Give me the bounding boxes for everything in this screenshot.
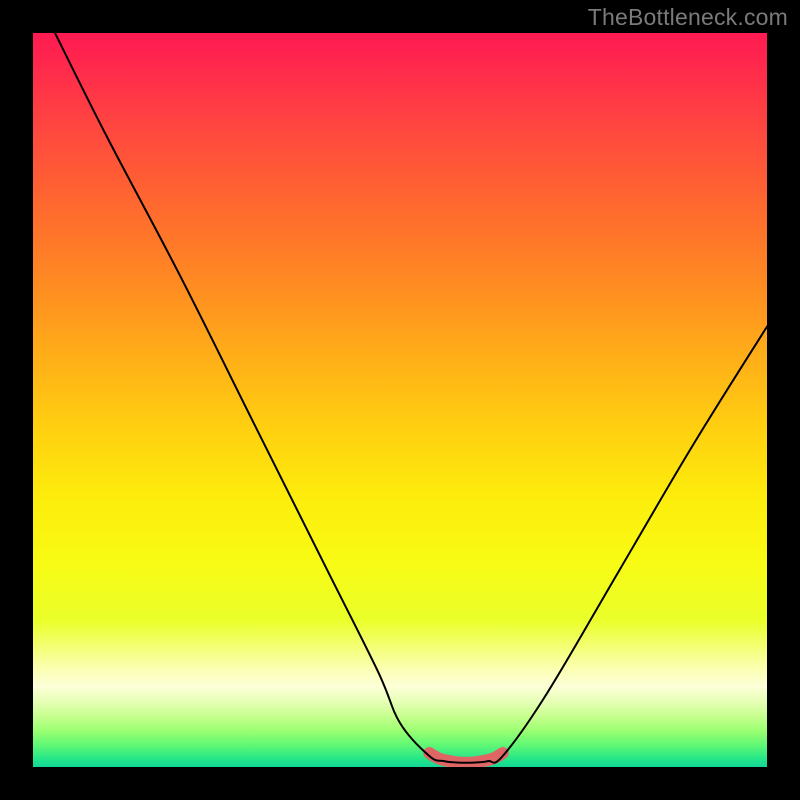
bottleneck-curve — [55, 33, 767, 763]
curve-layer — [33, 33, 767, 767]
chart-frame: TheBottleneck.com — [0, 0, 800, 800]
plot-area — [33, 33, 767, 767]
watermark-text: TheBottleneck.com — [588, 4, 788, 31]
